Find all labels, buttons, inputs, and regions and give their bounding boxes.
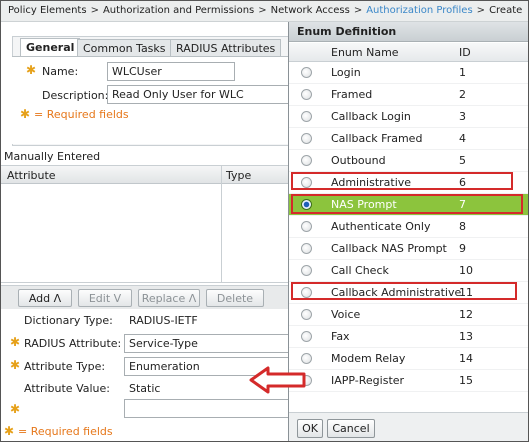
dialog-title: Enum Definition <box>289 22 529 42</box>
enum-row-call-check[interactable]: Call Check 10 <box>289 260 529 282</box>
enum-row-callback-nas-prompt[interactable]: Callback NAS Prompt 9 <box>289 238 529 260</box>
radius-attribute-input[interactable]: Service-Type <box>124 334 294 353</box>
dictionary-type-value[interactable]: RADIUS-IETF <box>124 311 294 330</box>
grid-column-divider <box>221 166 222 282</box>
dialog-footer: OK Cancel <box>289 412 529 442</box>
ok-button[interactable]: OK <box>297 419 323 438</box>
breadcrumb-authorization-profiles[interactable]: Authorization Profiles <box>366 5 472 16</box>
enum-row-callback-login[interactable]: Callback Login 3 <box>289 106 529 128</box>
enum-row-voice[interactable]: Voice 12 <box>289 304 529 326</box>
tab-common-tasks[interactable]: Common Tasks <box>77 39 172 57</box>
enum-row-outbound[interactable]: Outbound 5 <box>289 150 529 172</box>
asterisk-icon: ✱ <box>10 402 21 416</box>
radio-button-icon[interactable] <box>301 221 312 232</box>
enum-value-input[interactable] <box>124 399 294 418</box>
name-label: Name: <box>42 65 79 78</box>
enum-definition-dialog: Enum Definition Enum Name ID Login 1 Fram… <box>288 22 529 442</box>
radio-button-icon[interactable] <box>301 331 312 342</box>
tab-radius-attributes[interactable]: RADIUS Attributes <box>170 39 282 57</box>
enum-row-modem-relay[interactable]: Modem Relay 14 <box>289 348 529 370</box>
breadcrumb-network-access[interactable]: Network Access <box>271 5 350 16</box>
asterisk-icon: ✱ <box>10 358 21 372</box>
enum-col-id[interactable]: ID <box>459 46 471 59</box>
attribute-value-label: Attribute Value: <box>24 382 110 395</box>
radio-button-icon[interactable] <box>301 67 312 78</box>
attribute-type-label: Attribute Type: <box>24 360 106 373</box>
enum-row-nas-prompt[interactable]: NAS Prompt 7 <box>289 194 529 216</box>
name-input[interactable]: WLCUser <box>107 62 235 81</box>
radio-button-selected-icon[interactable] <box>301 199 312 210</box>
enum-row-login[interactable]: Login 1 <box>289 62 529 84</box>
delete-button[interactable]: Delete <box>206 289 264 307</box>
dictionary-type-label: Dictionary Type: <box>24 314 113 327</box>
cancel-button[interactable]: Cancel <box>327 419 375 438</box>
radio-button-icon[interactable] <box>301 177 312 188</box>
radio-button-icon[interactable] <box>301 287 312 298</box>
description-input[interactable]: Read Only User for WLC <box>107 85 297 104</box>
required-fields-note: = Required fields <box>18 425 113 438</box>
enum-col-name[interactable]: Enum Name <box>331 46 399 59</box>
grid-col-attribute[interactable]: Attribute <box>7 169 56 182</box>
manually-entered-title: Manually Entered <box>4 150 101 163</box>
radius-attribute-label: RADIUS Attribute: <box>24 337 122 350</box>
grid-header: Attribute Type <box>1 166 299 184</box>
radio-button-icon[interactable] <box>301 111 312 122</box>
asterisk-icon: ✱ <box>10 335 21 349</box>
required-fields-note: = Required fields <box>34 108 129 121</box>
breadcrumb-authorization-permissions[interactable]: Authorization and Permissions <box>103 5 254 16</box>
enum-table-header: Enum Name ID <box>289 43 529 62</box>
radio-button-icon[interactable] <box>301 353 312 364</box>
enum-row-administrative[interactable]: Administrative 6 <box>289 172 529 194</box>
radio-button-icon[interactable] <box>301 243 312 254</box>
general-tab-panel: ✱ Name: WLCUser Description: Read Only U… <box>12 56 302 144</box>
enum-table-body: Login 1 Framed 2 Callback Login 3 Callback … <box>289 62 529 392</box>
asterisk-icon: ✱ <box>26 63 37 77</box>
enum-row-iapp-register[interactable]: IAPP-Register 15 <box>289 370 529 392</box>
asterisk-icon: ✱ <box>4 424 15 438</box>
red-arrow-icon <box>249 366 306 394</box>
tab-general[interactable]: General <box>20 38 81 57</box>
asterisk-icon: ✱ <box>20 107 31 121</box>
breadcrumb: Policy Elements > Authorization and Permis… <box>0 0 529 22</box>
breadcrumb-policy-elements[interactable]: Policy Elements <box>8 5 87 16</box>
grid-col-type[interactable]: Type <box>226 169 251 182</box>
add-button[interactable]: Add Λ <box>18 289 72 307</box>
radio-button-icon[interactable] <box>301 155 312 166</box>
grid-button-bar: Add Λ Edit V Replace Λ Delete <box>0 285 300 309</box>
breadcrumb-create: Create <box>489 5 523 16</box>
radio-button-icon[interactable] <box>301 133 312 144</box>
enum-row-fax[interactable]: Fax 13 <box>289 326 529 348</box>
radio-button-icon[interactable] <box>301 89 312 100</box>
enum-row-callback-framed[interactable]: Callback Framed 4 <box>289 128 529 150</box>
edit-button[interactable]: Edit V <box>78 289 132 307</box>
replace-button[interactable]: Replace Λ <box>138 289 200 307</box>
radio-button-icon[interactable] <box>301 265 312 276</box>
radio-button-icon[interactable] <box>301 309 312 320</box>
enum-row-authenticate-only[interactable]: Authenticate Only 8 <box>289 216 529 238</box>
description-label: Description: <box>42 89 109 102</box>
enum-row-framed[interactable]: Framed 2 <box>289 84 529 106</box>
enum-row-callback-administrative[interactable]: Callback Administrative 11 <box>289 282 529 304</box>
attributes-grid: Attribute Type <box>0 165 300 283</box>
